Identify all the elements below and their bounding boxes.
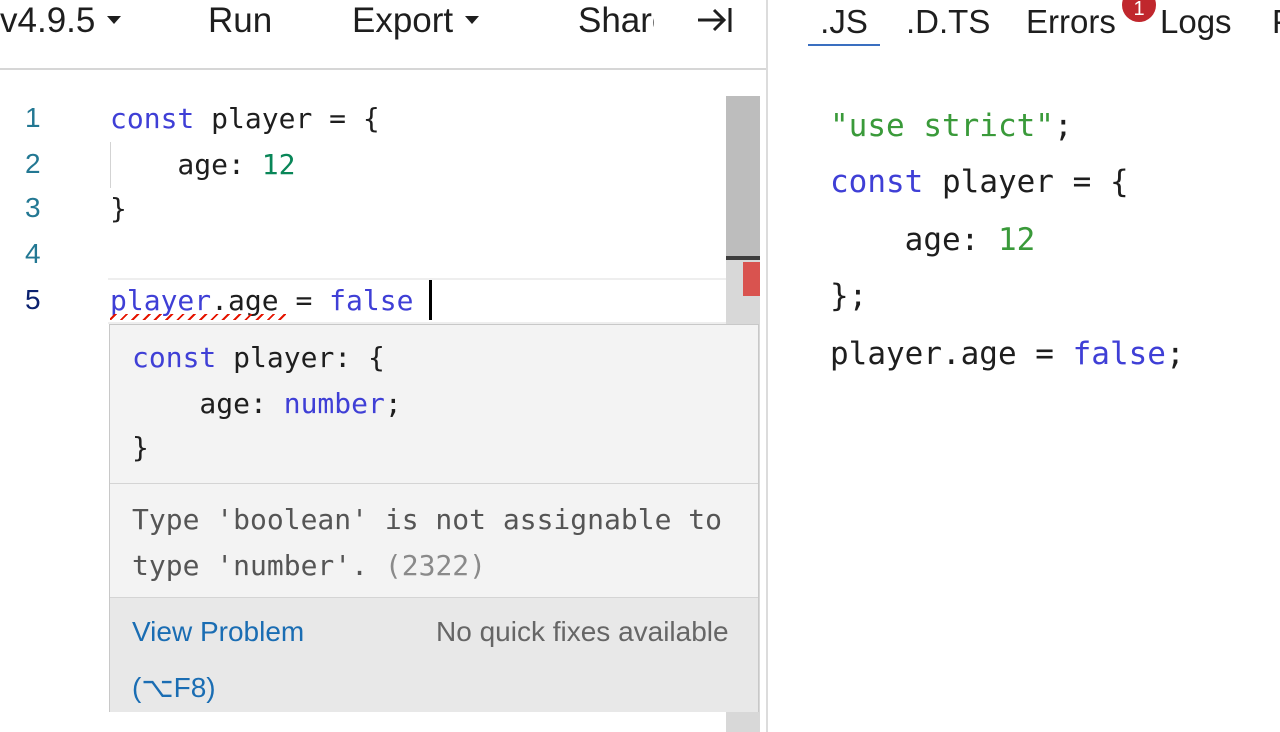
tab-dts[interactable]: .D.TS bbox=[906, 0, 990, 44]
tab-plugins[interactable]: P bbox=[1272, 0, 1280, 44]
signature-line-2: age: number; bbox=[132, 387, 402, 420]
tab-js[interactable]: .JS bbox=[808, 0, 880, 46]
code-text: .age = bbox=[211, 284, 330, 317]
keyword: const bbox=[830, 164, 924, 200]
code-line-2: age: 12 bbox=[110, 148, 295, 181]
hover-actions: View Problem (⌥F8) No quick fixes availa… bbox=[110, 597, 758, 712]
output-text: age: bbox=[830, 222, 998, 258]
chevron-down-icon bbox=[465, 15, 480, 24]
hover-signature: const player: { age: number; } bbox=[110, 325, 758, 484]
signature-text: player: { bbox=[216, 341, 385, 374]
tab-errors[interactable]: Errors bbox=[1026, 0, 1116, 44]
keyword: const bbox=[110, 102, 195, 135]
run-button[interactable]: Run bbox=[208, 0, 272, 42]
tab-logs[interactable]: Logs bbox=[1160, 0, 1232, 44]
hover-tooltip: const player: { age: number; } Type 'boo… bbox=[109, 324, 759, 712]
number-literal: 12 bbox=[997, 222, 1036, 258]
line-number-active: 5 bbox=[25, 284, 41, 315]
output-text: ; bbox=[1053, 108, 1073, 144]
scrollbar-error-marker bbox=[743, 262, 760, 296]
line-number: 1 bbox=[25, 102, 41, 133]
output-line-1: "use strict"; bbox=[830, 108, 1073, 144]
number-literal: 12 bbox=[261, 148, 296, 181]
export-dropdown[interactable]: Export bbox=[352, 0, 480, 42]
signature-text: ; bbox=[384, 387, 402, 420]
signature-line-3: } bbox=[132, 431, 149, 464]
output-text: ; bbox=[1165, 336, 1185, 372]
no-quick-fixes-label: No quick fixes available bbox=[436, 616, 729, 647]
chevron-down-icon bbox=[107, 15, 122, 24]
line-number: 4 bbox=[25, 238, 41, 269]
version-dropdown[interactable]: v4.9.5 bbox=[0, 0, 122, 42]
line-number: 2 bbox=[25, 148, 41, 179]
text-cursor bbox=[429, 280, 432, 320]
editor-pane: v4.9.5 Run Export Share 1 2 3 4 5 const … bbox=[0, 0, 766, 732]
export-label: Export bbox=[352, 1, 454, 40]
code-text: } bbox=[110, 192, 127, 225]
signature-text: } bbox=[132, 431, 149, 464]
error-squiggle bbox=[110, 314, 286, 320]
output-pane: .JS .D.TS Errors 1 Logs P "use strict"; … bbox=[768, 0, 1280, 732]
error-message: Type 'boolean' is not assignable to type… bbox=[132, 497, 742, 589]
output-line-2: const player = { bbox=[830, 164, 1129, 200]
output-text: player.age = bbox=[830, 336, 1073, 372]
output-line-3: age: 12 bbox=[830, 222, 1036, 258]
version-label: v4.9.5 bbox=[0, 1, 96, 40]
toolbar: v4.9.5 Run Export Share bbox=[0, 0, 766, 70]
scrollbar-cursor-marker bbox=[726, 256, 760, 260]
code-text: player = { bbox=[194, 102, 380, 135]
scrollbar-thumb[interactable] bbox=[726, 96, 760, 256]
error-code: (2322) bbox=[384, 549, 487, 582]
code-line-5: player.age = false bbox=[110, 284, 413, 317]
view-problem-link[interactable]: View Problem (⌥F8) bbox=[132, 604, 392, 716]
signature-line-1: const player: { bbox=[132, 341, 385, 374]
line-number: 3 bbox=[25, 192, 41, 223]
type-name: number bbox=[283, 387, 385, 420]
share-button[interactable]: Share bbox=[578, 0, 654, 42]
signature-text: age: bbox=[132, 387, 284, 420]
keyword: false bbox=[329, 284, 414, 317]
code-text: age: bbox=[110, 148, 262, 181]
identifier: player bbox=[110, 284, 212, 317]
arrow-to-right-icon[interactable] bbox=[694, 2, 736, 38]
output-line-4: }; bbox=[830, 278, 867, 314]
code-line-3: } bbox=[110, 192, 127, 225]
keyword: false bbox=[1072, 336, 1166, 372]
output-text: }; bbox=[830, 278, 868, 314]
output-text: player = { bbox=[923, 164, 1129, 200]
string-literal: "use strict" bbox=[830, 108, 1054, 144]
output-line-5: player.age = false; bbox=[830, 336, 1185, 372]
keyword: const bbox=[132, 341, 217, 374]
errors-count-badge: 1 bbox=[1122, 0, 1156, 22]
code-line-1: const player = { bbox=[110, 102, 380, 135]
